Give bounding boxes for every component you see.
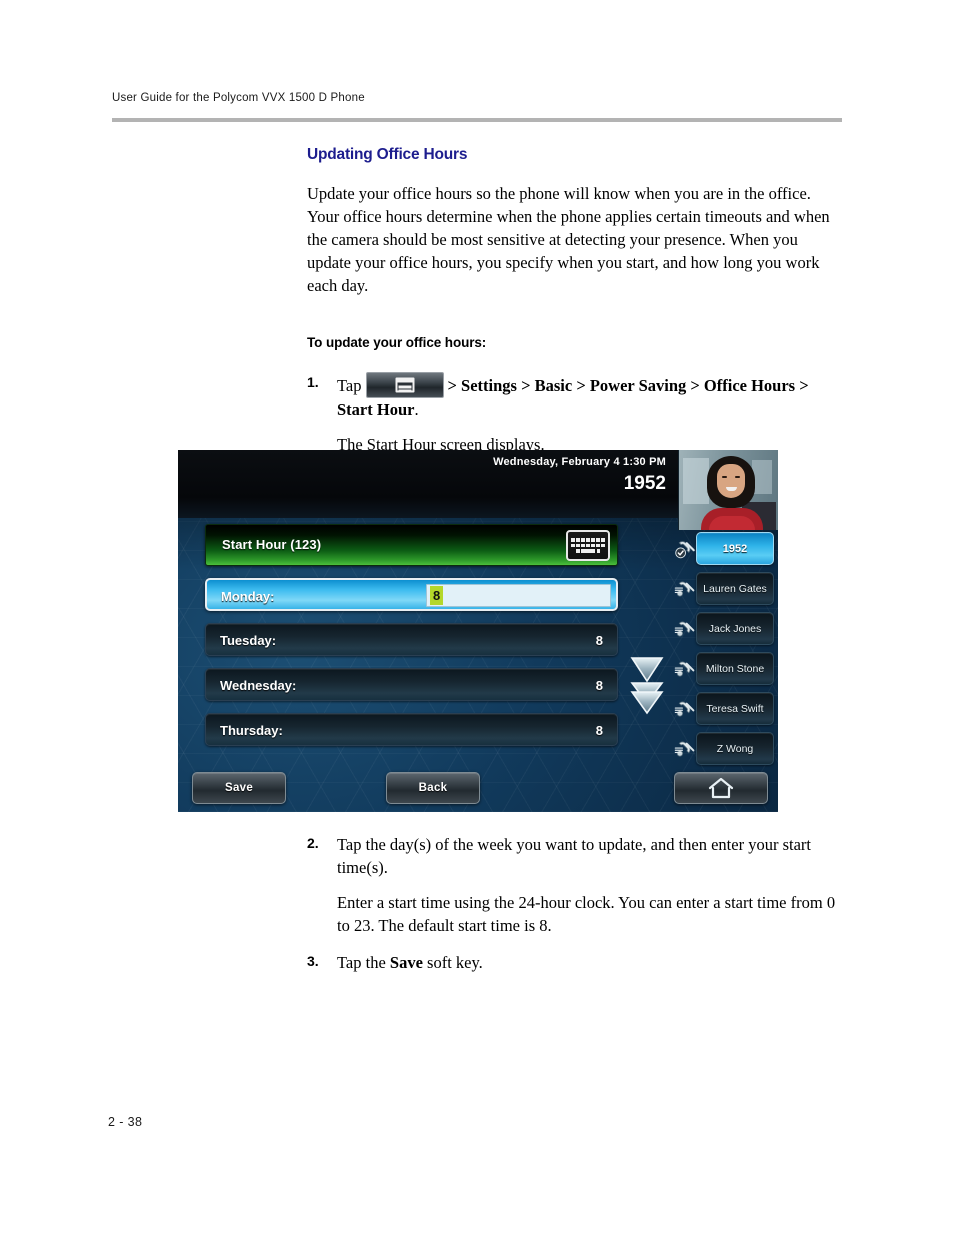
video-office-panel bbox=[683, 458, 709, 504]
page-title: Updating Office Hours bbox=[307, 146, 468, 163]
screen-title-bar: Start Hour (123) bbox=[205, 524, 618, 566]
back-soft-key-label: Back bbox=[418, 782, 448, 794]
line-key-button[interactable]: Teresa Swift bbox=[696, 692, 774, 725]
list-row-wednesday[interactable]: Wednesday: 8 bbox=[205, 668, 618, 701]
step-3-text-before: Tap the bbox=[337, 953, 390, 972]
content-column-lower: 2. Tap the day(s) of the week you want t… bbox=[307, 833, 842, 982]
handset-idle-icon bbox=[674, 701, 695, 717]
step-1-lead: Tap bbox=[337, 376, 362, 395]
row-value: 8 bbox=[595, 678, 603, 693]
office-hours-list: Monday: 8 Tuesday: 8 Wednesday: 8 Thursd… bbox=[205, 578, 618, 758]
video-person-face bbox=[717, 464, 745, 498]
handset-idle-icon bbox=[674, 581, 695, 597]
line-key-label: Teresa Swift bbox=[706, 702, 764, 715]
step-1-number: 1. bbox=[307, 374, 319, 390]
video-person-mouth bbox=[726, 487, 737, 491]
phone-screenshot: Wednesday, February 4 1:30 PM 1952 Start… bbox=[178, 450, 778, 812]
step-1-body: Tap > Settings > Basic > Power Saving > O… bbox=[337, 372, 842, 456]
start-hour-input-monday[interactable]: 8 bbox=[426, 584, 611, 607]
line-key-z-wong[interactable]: Z Wong bbox=[674, 732, 774, 765]
line-key-jack-jones[interactable]: Jack Jones bbox=[674, 612, 774, 645]
video-person-shoulder bbox=[709, 516, 755, 530]
video-office-panel-2 bbox=[752, 460, 772, 494]
line-key-label: Z Wong bbox=[716, 742, 754, 755]
step-2-body: Tap the day(s) of the week you want to u… bbox=[337, 833, 842, 937]
keyboard-row-3 bbox=[576, 549, 600, 553]
video-thumbnail[interactable] bbox=[678, 450, 778, 530]
step-1-path-tail: . bbox=[414, 400, 419, 419]
keyboard-row-1 bbox=[571, 538, 605, 542]
line-key-button[interactable]: Milton Stone bbox=[696, 652, 774, 685]
step-2-number: 2. bbox=[307, 835, 319, 851]
row-value: 8 bbox=[595, 723, 603, 738]
line-key-button[interactable]: 1952 bbox=[696, 532, 774, 565]
row-label: Wednesday: bbox=[220, 678, 297, 693]
line-key-label: Jack Jones bbox=[708, 622, 762, 635]
list-row-tuesday[interactable]: Tuesday: 8 bbox=[205, 623, 618, 656]
status-extension: 1952 bbox=[623, 473, 666, 494]
line-key-label: 1952 bbox=[722, 542, 748, 555]
line-key-button[interactable]: Jack Jones bbox=[696, 612, 774, 645]
video-person-eye-left bbox=[722, 476, 727, 478]
list-row-monday[interactable]: Monday: 8 bbox=[205, 578, 618, 611]
row-label: Tuesday: bbox=[220, 633, 277, 648]
intro-paragraph: Update your office hours so the phone wi… bbox=[307, 184, 830, 295]
step-2-note: Enter a start time using the 24-hour clo… bbox=[337, 893, 836, 935]
row-label: Thursday: bbox=[220, 723, 283, 738]
page-number: 2 - 38 bbox=[108, 1115, 143, 1129]
status-date-time: Wednesday, February 4 1:30 PM bbox=[493, 456, 666, 468]
screen-title-label: Start Hour (123) bbox=[222, 537, 322, 552]
row-label: Monday: bbox=[221, 589, 275, 604]
home-soft-key[interactable] bbox=[674, 772, 768, 804]
handset-active-icon bbox=[675, 541, 695, 559]
menu-glyph bbox=[395, 377, 415, 393]
line-key-label: Milton Stone bbox=[705, 662, 765, 675]
line-key-teresa-swift[interactable]: Teresa Swift bbox=[674, 692, 774, 725]
row-value: 8 bbox=[430, 586, 444, 605]
line-key-milton-stone[interactable]: Milton Stone bbox=[674, 652, 774, 685]
step-3-body: Tap the Save soft key. bbox=[337, 951, 842, 974]
page-header: User Guide for the Polycom VVX 1500 D Ph… bbox=[112, 92, 842, 122]
step-3-text-after: soft key. bbox=[422, 953, 483, 972]
running-head: User Guide for the Polycom VVX 1500 D Ph… bbox=[112, 92, 365, 104]
phone-status-bar: Wednesday, February 4 1:30 PM 1952 bbox=[178, 450, 778, 530]
step-1: 1. Tap > Settings > Basic > Power Saving … bbox=[307, 372, 842, 456]
line-keys-column: 1952 Lauren Gates Jack Jones Milton Ston… bbox=[674, 532, 774, 772]
status-text-group: Wednesday, February 4 1:30 PM 1952 bbox=[493, 456, 666, 495]
handset-idle-icon bbox=[674, 661, 695, 677]
line-key-1952[interactable]: 1952 bbox=[674, 532, 774, 565]
line-key-button[interactable]: Lauren Gates bbox=[696, 572, 774, 605]
content-column: Updating Office Hours Update your office… bbox=[307, 146, 842, 464]
list-row-thursday[interactable]: Thursday: 8 bbox=[205, 713, 618, 746]
header-divider bbox=[112, 118, 842, 122]
step-3-number: 3. bbox=[307, 953, 319, 969]
video-person-eye-right bbox=[735, 476, 740, 478]
save-soft-key-label: Save bbox=[224, 782, 254, 794]
keyboard-row-2 bbox=[571, 543, 605, 548]
save-soft-key[interactable]: Save bbox=[192, 772, 286, 804]
step-2-text: Tap the day(s) of the week you want to u… bbox=[337, 835, 811, 877]
keyboard-icon[interactable] bbox=[566, 530, 610, 561]
procedure-heading: To update your office hours: bbox=[307, 335, 487, 350]
step-3-bold: Save bbox=[389, 953, 423, 972]
line-key-lauren-gates[interactable]: Lauren Gates bbox=[674, 572, 774, 605]
menu-hard-key-icon[interactable] bbox=[365, 372, 444, 398]
double-chevron-down-icon[interactable] bbox=[630, 681, 664, 715]
handset-idle-icon bbox=[674, 621, 695, 637]
row-value: 8 bbox=[595, 633, 603, 648]
step-3: 3. Tap the Save soft key. bbox=[307, 951, 842, 974]
line-key-label: Lauren Gates bbox=[703, 582, 767, 595]
home-icon bbox=[708, 777, 734, 799]
scroll-arrows bbox=[630, 655, 664, 715]
back-soft-key[interactable]: Back bbox=[386, 772, 480, 804]
line-key-button[interactable]: Z Wong bbox=[696, 732, 774, 765]
soft-key-bar: Save Back bbox=[178, 772, 778, 806]
step-2: 2. Tap the day(s) of the week you want t… bbox=[307, 833, 842, 937]
handset-idle-icon bbox=[674, 741, 695, 757]
chevron-down-icon[interactable] bbox=[630, 655, 664, 683]
